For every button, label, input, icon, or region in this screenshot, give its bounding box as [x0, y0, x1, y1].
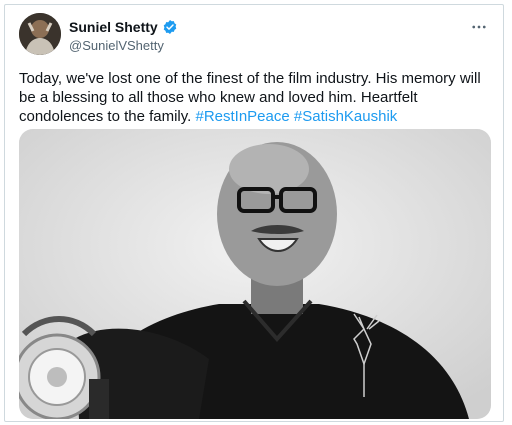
author-name[interactable]: Suniel Shetty [69, 19, 158, 35]
verified-badge-icon [163, 20, 176, 34]
author-handle[interactable]: @SunielVShetty [69, 38, 164, 53]
tweet-photo[interactable] [19, 129, 491, 419]
tweet-text: Today, we've lost one of the finest of t… [19, 69, 489, 126]
photo-illustration [19, 129, 491, 419]
tweet-card[interactable]: Suniel Shetty @SunielVShetty Today, we'v… [4, 4, 504, 422]
hashtag-satishkaushik[interactable]: #SatishKaushik [294, 108, 397, 125]
avatar[interactable] [19, 13, 61, 55]
hashtag-restinpeace[interactable]: #RestInPeace [195, 108, 289, 125]
more-options-icon[interactable] [467, 15, 491, 39]
